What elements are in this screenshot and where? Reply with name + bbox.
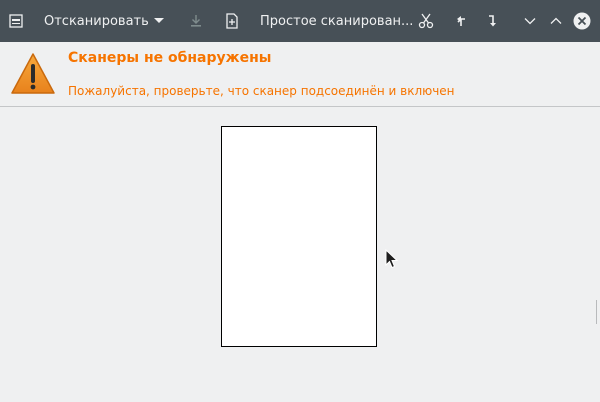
rotate-right-button[interactable] [482,0,504,42]
new-document-icon [226,13,238,29]
close-icon [573,12,591,30]
rotate-right-icon [489,15,496,27]
page-preview[interactable] [221,126,377,347]
scanner-menu-icon[interactable] [4,0,28,42]
info-message: Пожалуйста, проверьте, что сканер подсое… [68,84,455,98]
crop-button[interactable] [414,0,438,42]
minimize-icon [524,18,536,25]
close-button[interactable] [570,0,594,42]
save-download-icon [191,15,201,27]
minimize-button[interactable] [520,0,540,42]
scissors-icon [418,13,434,29]
chevron-down-icon [154,18,164,23]
scan-mode-dropdown[interactable]: Простое сканирован... [254,0,413,42]
simple-scan-window: Отсканировать Простое сканирован... Скан… [0,0,600,402]
resize-edge[interactable] [596,300,600,324]
scan-dropdown-button[interactable] [148,0,170,42]
scan-mode-label: Простое сканирован... [260,13,414,29]
mouse-pointer-icon [385,248,399,273]
warning-icon [10,52,56,100]
header-bar: Отсканировать Простое сканирован... [0,0,600,42]
save-button[interactable] [184,0,208,42]
new-document-button[interactable] [220,0,244,42]
rotate-left-icon [457,16,465,26]
maximize-icon [550,17,562,24]
info-title: Сканеры не обнаружены [68,50,272,66]
scan-button-label: Отсканировать [44,13,149,29]
rotate-left-button[interactable] [450,0,472,42]
scan-button[interactable]: Отсканировать [36,0,149,42]
maximize-button[interactable] [546,0,566,42]
